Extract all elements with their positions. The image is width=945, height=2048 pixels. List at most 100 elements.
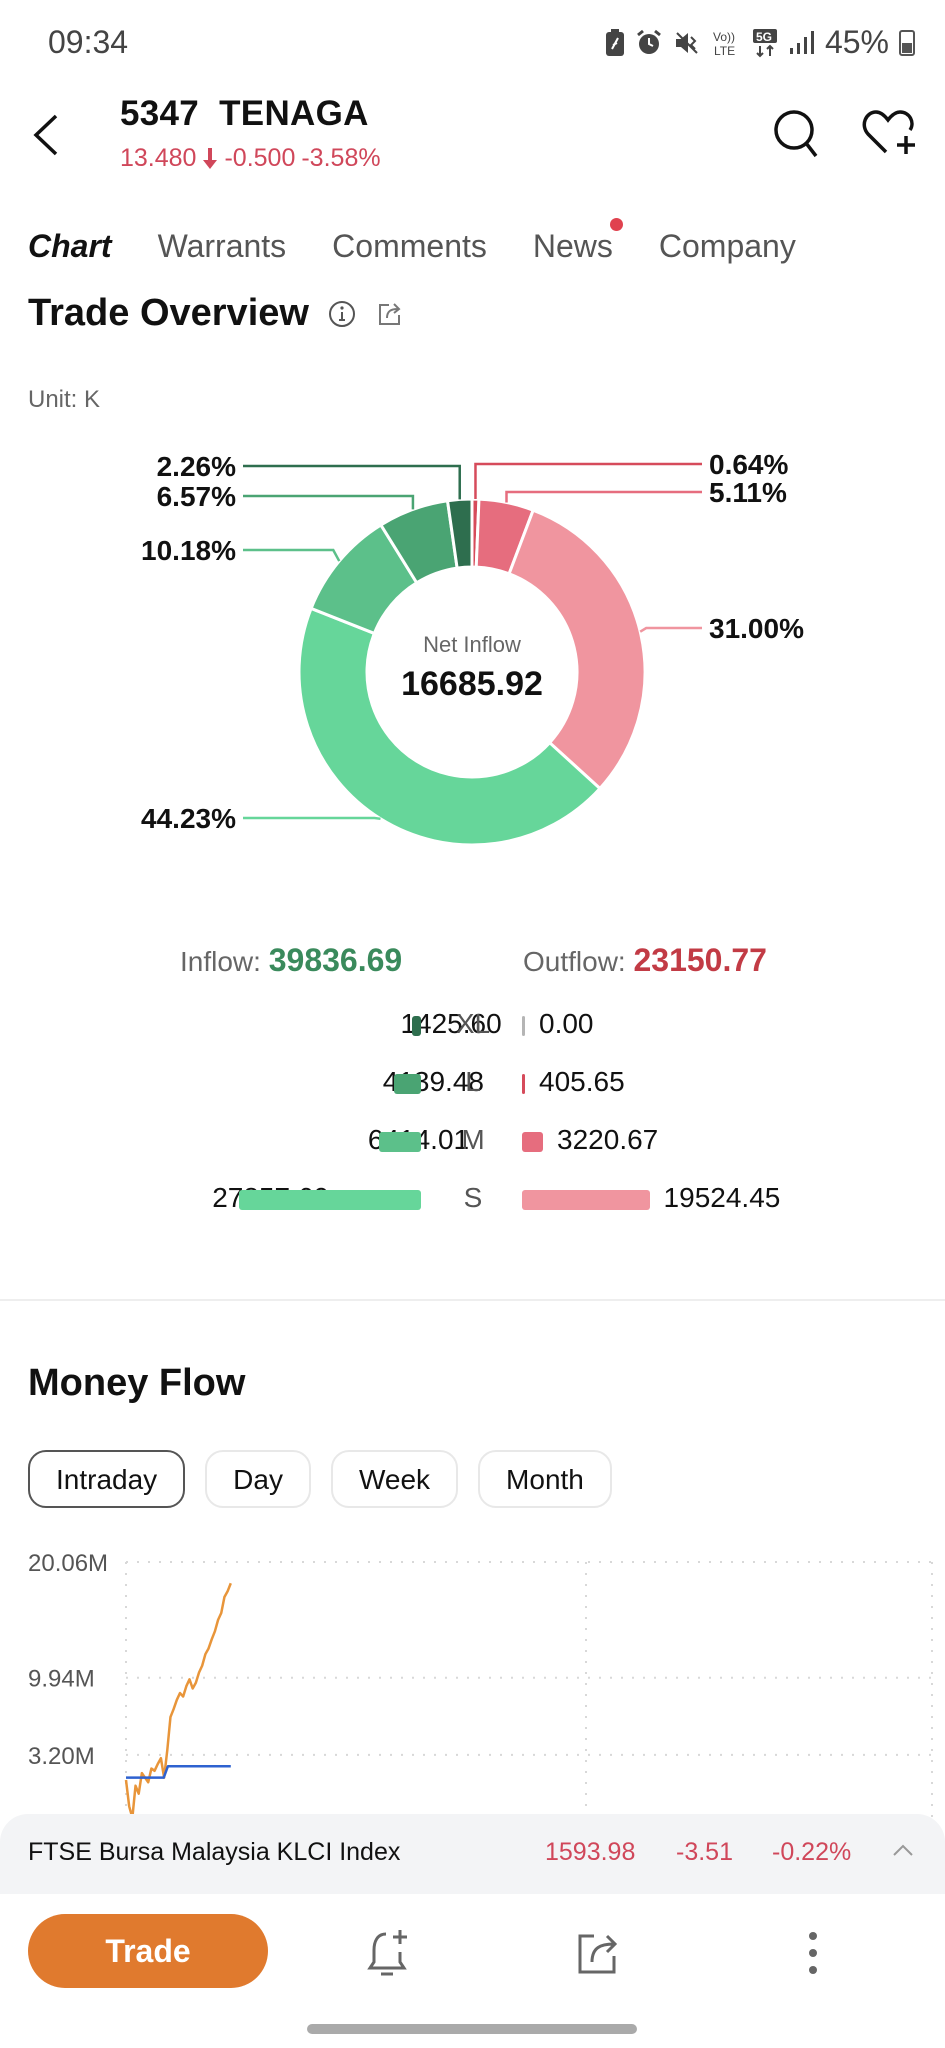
stock-name: TENAGA bbox=[219, 94, 369, 133]
y-tick-label: 20.06M bbox=[28, 1550, 108, 1577]
info-icon[interactable] bbox=[327, 299, 357, 329]
stock-quote: 13.480 -0.500 -3.58% bbox=[120, 144, 381, 173]
money-flow-chart: 20.06M 9.94M 3.20M bbox=[28, 1550, 933, 1820]
outflow-bar bbox=[522, 1016, 525, 1036]
donut-leader-line bbox=[474, 462, 702, 500]
mute-icon bbox=[673, 29, 701, 57]
outflow-bar bbox=[522, 1190, 650, 1210]
outflow-label: Outflow: bbox=[523, 946, 626, 977]
index-value: 1593.98 bbox=[545, 1838, 636, 1866]
period-week[interactable]: Week bbox=[330, 1450, 459, 1508]
inflow-bar bbox=[239, 1190, 421, 1210]
outflow-amount: 0.00 bbox=[539, 1008, 594, 1039]
size-category: M bbox=[461, 1124, 485, 1155]
size-category: L bbox=[465, 1066, 481, 1097]
5g-icon: 5G bbox=[751, 28, 779, 58]
outflow-amount: 19524.45 bbox=[663, 1182, 781, 1213]
add-watchlist-button[interactable] bbox=[862, 108, 918, 160]
stock-change: -0.500 bbox=[224, 144, 296, 172]
tab-chart[interactable]: Chart bbox=[26, 228, 116, 271]
orange-flow-line bbox=[124, 1582, 232, 1819]
trade-overview-donut-chart: 0.64%5.11% 31.00% 44.23% 10.18% 6.57%2.26% N… bbox=[141, 449, 804, 847]
battery-percent: 45% bbox=[824, 24, 889, 60]
donut-slice-label: 2.26% bbox=[157, 451, 236, 482]
more-icon bbox=[809, 1932, 817, 1974]
status-icons: Vo)) LTE 5G 45% bbox=[605, 24, 915, 61]
stock-title: 5347 TENAGA bbox=[120, 94, 369, 134]
stock-code: 5347 bbox=[120, 94, 200, 133]
battery-icon bbox=[899, 29, 915, 56]
unit-label: Unit: K bbox=[28, 386, 101, 413]
share-button[interactable] bbox=[574, 1926, 624, 1980]
index-change-pct: -0.22% bbox=[772, 1838, 852, 1866]
trade-overview-header: Trade Overview bbox=[28, 292, 405, 335]
home-indicator[interactable] bbox=[307, 2024, 637, 2034]
donut-slice-label: 44.23% bbox=[141, 803, 236, 834]
arrow-down-icon bbox=[203, 147, 218, 169]
money-flow-title: Money Flow bbox=[28, 1362, 246, 1404]
donut-leader-line bbox=[243, 494, 415, 510]
period-intraday[interactable]: Intraday bbox=[28, 1450, 186, 1508]
section-divider bbox=[0, 1299, 945, 1301]
donut-center-label: Net Inflow bbox=[423, 632, 521, 657]
donut-slice-label: 10.18% bbox=[141, 535, 236, 566]
add-alert-icon bbox=[367, 1930, 407, 1976]
battery-saver-icon bbox=[605, 28, 625, 57]
svg-text:Vo)): Vo)) bbox=[713, 30, 735, 44]
donut-leader-line bbox=[243, 464, 461, 500]
svg-text:LTE: LTE bbox=[714, 44, 735, 58]
volte-icon: Vo)) LTE bbox=[711, 28, 741, 58]
outflow-amount: 3220.67 bbox=[557, 1124, 659, 1155]
size-category: S bbox=[463, 1182, 483, 1213]
share-icon bbox=[578, 1934, 618, 1974]
donut-slice-label: 6.57% bbox=[157, 481, 236, 512]
status-time: 09:34 bbox=[48, 24, 129, 60]
donut-slice-label: 31.00% bbox=[709, 613, 804, 644]
signal-icon bbox=[789, 30, 815, 56]
back-button[interactable] bbox=[26, 110, 66, 160]
index-change: -3.51 bbox=[676, 1838, 733, 1866]
tab-company[interactable]: Company bbox=[659, 228, 796, 265]
stock-price: 13.480 bbox=[120, 144, 197, 172]
heart-plus-icon bbox=[862, 110, 915, 154]
alarm-icon bbox=[635, 29, 663, 57]
donut-leader-line bbox=[243, 816, 381, 821]
trade-button[interactable]: Trade bbox=[28, 1914, 268, 1988]
share-icon[interactable] bbox=[375, 299, 405, 329]
stock-change-pct: -3.58% bbox=[301, 144, 381, 172]
flow-row: 4139.48 L 405.65 bbox=[0, 1066, 945, 1106]
more-button[interactable] bbox=[788, 1926, 838, 1980]
donut-slice[interactable] bbox=[507, 508, 647, 791]
tab-warrants[interactable]: Warrants bbox=[158, 228, 287, 265]
donut-center-value: 16685.92 bbox=[401, 665, 543, 703]
tab-label: Chart bbox=[28, 228, 112, 264]
flow-row: 1425.60 XL 0.00 bbox=[0, 1008, 945, 1048]
tab-bar: Chart Warrants Comments News Company bbox=[26, 218, 842, 271]
period-day[interactable]: Day bbox=[205, 1450, 311, 1508]
svg-text:5G: 5G bbox=[756, 30, 772, 44]
tab-label: News bbox=[532, 228, 613, 264]
index-ticker-bar[interactable]: FTSE Bursa Malaysia KLCI Index 1593.98 -… bbox=[0, 1814, 945, 1894]
inflow-label: Inflow: bbox=[180, 946, 261, 977]
inflow-total: Inflow: 39836.69 bbox=[180, 942, 402, 979]
tab-comments[interactable]: Comments bbox=[332, 228, 487, 265]
search-icon bbox=[774, 110, 818, 158]
search-button[interactable] bbox=[772, 108, 820, 160]
tab-label: Company bbox=[658, 228, 796, 264]
outflow-bar bbox=[522, 1074, 525, 1094]
inflow-bar bbox=[393, 1074, 421, 1094]
donut-leader-line bbox=[505, 490, 702, 503]
tab-label: Comments bbox=[332, 228, 487, 264]
tab-label: Warrants bbox=[157, 228, 287, 264]
period-month[interactable]: Month bbox=[478, 1450, 612, 1508]
outflow-amount: 405.65 bbox=[539, 1066, 625, 1097]
chevron-up-icon[interactable] bbox=[892, 1842, 914, 1858]
add-alert-button[interactable] bbox=[364, 1926, 414, 1980]
tab-news[interactable]: News bbox=[532, 218, 623, 265]
inflow-bar bbox=[379, 1132, 421, 1152]
flow-row: 6414.01M3220.67 bbox=[0, 1124, 945, 1164]
y-tick-label: 3.20M bbox=[28, 1743, 95, 1770]
outflow-value: 23150.77 bbox=[633, 942, 767, 978]
period-selector: Intraday Day Week Month bbox=[28, 1450, 612, 1508]
donut-leader-line bbox=[243, 548, 341, 562]
